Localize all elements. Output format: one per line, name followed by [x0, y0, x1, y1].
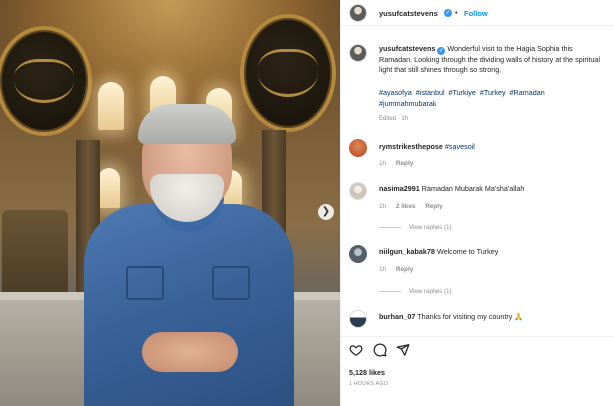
comment-meta: 1h Reply — [379, 266, 421, 273]
person-in-denim-shirt — [84, 96, 294, 406]
view-replies-label: View replies (1) — [409, 288, 452, 295]
view-replies-button[interactable]: View replies (1) — [379, 288, 452, 295]
reply-button[interactable]: Reply — [396, 160, 413, 167]
comment-meta: 1h 2 likes Reply — [379, 203, 451, 210]
comment-time: 1h — [379, 266, 387, 273]
comment-username[interactable]: rymstrikesthepose — [379, 142, 443, 151]
view-replies-label: View replies (1) — [409, 224, 452, 231]
caption-hashtags: #ayasofya #istanbul #Turkiye #Turkey #Ra… — [379, 88, 605, 109]
verified-badge-icon: ✓ — [444, 9, 452, 17]
post-timestamp: 1 HOURS AGO — [349, 381, 389, 387]
reply-button[interactable]: Reply — [425, 203, 442, 210]
post-caption: yusufcatstevens ✓ Wonderful visit to the… — [379, 44, 605, 76]
share-icon[interactable] — [396, 343, 410, 357]
comment-username[interactable]: burhan_07 — [379, 312, 415, 321]
reply-button[interactable]: Reply — [396, 266, 413, 273]
post-side-panel: yusufcatstevens ✓ • Follow yusufcatsteve… — [340, 0, 614, 406]
commenter-avatar[interactable] — [349, 182, 367, 200]
view-replies-button[interactable]: View replies (1) — [379, 224, 452, 231]
comment-likes[interactable]: 2 likes — [396, 203, 416, 210]
comment-icon[interactable] — [373, 343, 387, 357]
comment-hashtag[interactable]: #savesoil — [445, 142, 475, 151]
post-actions-bar: 5,128 likes 1 HOURS AGO — [341, 336, 614, 406]
caption-username[interactable]: yusufcatstevens — [379, 44, 435, 53]
comment: nasima2991 Ramadan Mubarak Ma'sha'allah — [379, 184, 524, 193]
post-photo[interactable]: ❯ — [0, 0, 340, 406]
comment-meta: 1h Reply — [379, 160, 421, 167]
chevron-right-icon[interactable]: ❯ — [318, 204, 334, 220]
author-avatar[interactable] — [349, 4, 367, 22]
comment: burhan_07 Thanks for visiting my country… — [379, 312, 523, 321]
hashtag-link[interactable]: #Turkiye — [449, 88, 476, 97]
chandelier — [2, 210, 68, 300]
separator-dot: • — [455, 8, 458, 17]
hashtag-link[interactable]: #istanbul — [416, 88, 445, 97]
comment: niilgun_kabak78 Welcome to Turkey — [379, 247, 498, 256]
comment-time: 1h — [379, 160, 387, 167]
heart-icon[interactable] — [349, 343, 363, 357]
comment-time: 1h — [379, 203, 387, 210]
comment-text: Thanks for visiting my country 🙏 — [417, 312, 524, 321]
comment-username[interactable]: nasima2991 — [379, 184, 420, 193]
calligraphy-medallion-left — [0, 26, 92, 136]
comment-username[interactable]: niilgun_kabak78 — [379, 247, 435, 256]
commenter-avatar[interactable] — [349, 310, 367, 328]
post-header: yusufcatstevens ✓ • Follow — [341, 0, 614, 26]
commenter-avatar[interactable] — [349, 139, 367, 157]
commenter-avatar[interactable] — [349, 245, 367, 263]
caption-author-avatar[interactable] — [349, 44, 367, 62]
hashtag-link[interactable]: #Ramadan — [510, 88, 545, 97]
hashtag-link[interactable]: #Turkey — [480, 88, 506, 97]
caption-meta: Edited · 1h — [379, 116, 409, 122]
comment-text: Welcome to Turkey — [436, 247, 499, 256]
like-count[interactable]: 5,128 likes — [349, 368, 385, 377]
follow-button[interactable]: Follow — [464, 9, 488, 18]
comment-text: Ramadan Mubarak Ma'sha'allah — [421, 184, 525, 193]
comment: rymstrikesthepose #savesoil — [379, 142, 475, 151]
hashtag-link[interactable]: #jummahmubarak — [379, 99, 437, 108]
hashtag-link[interactable]: #ayasofya — [379, 88, 412, 97]
author-username[interactable]: yusufcatstevens — [379, 9, 438, 18]
